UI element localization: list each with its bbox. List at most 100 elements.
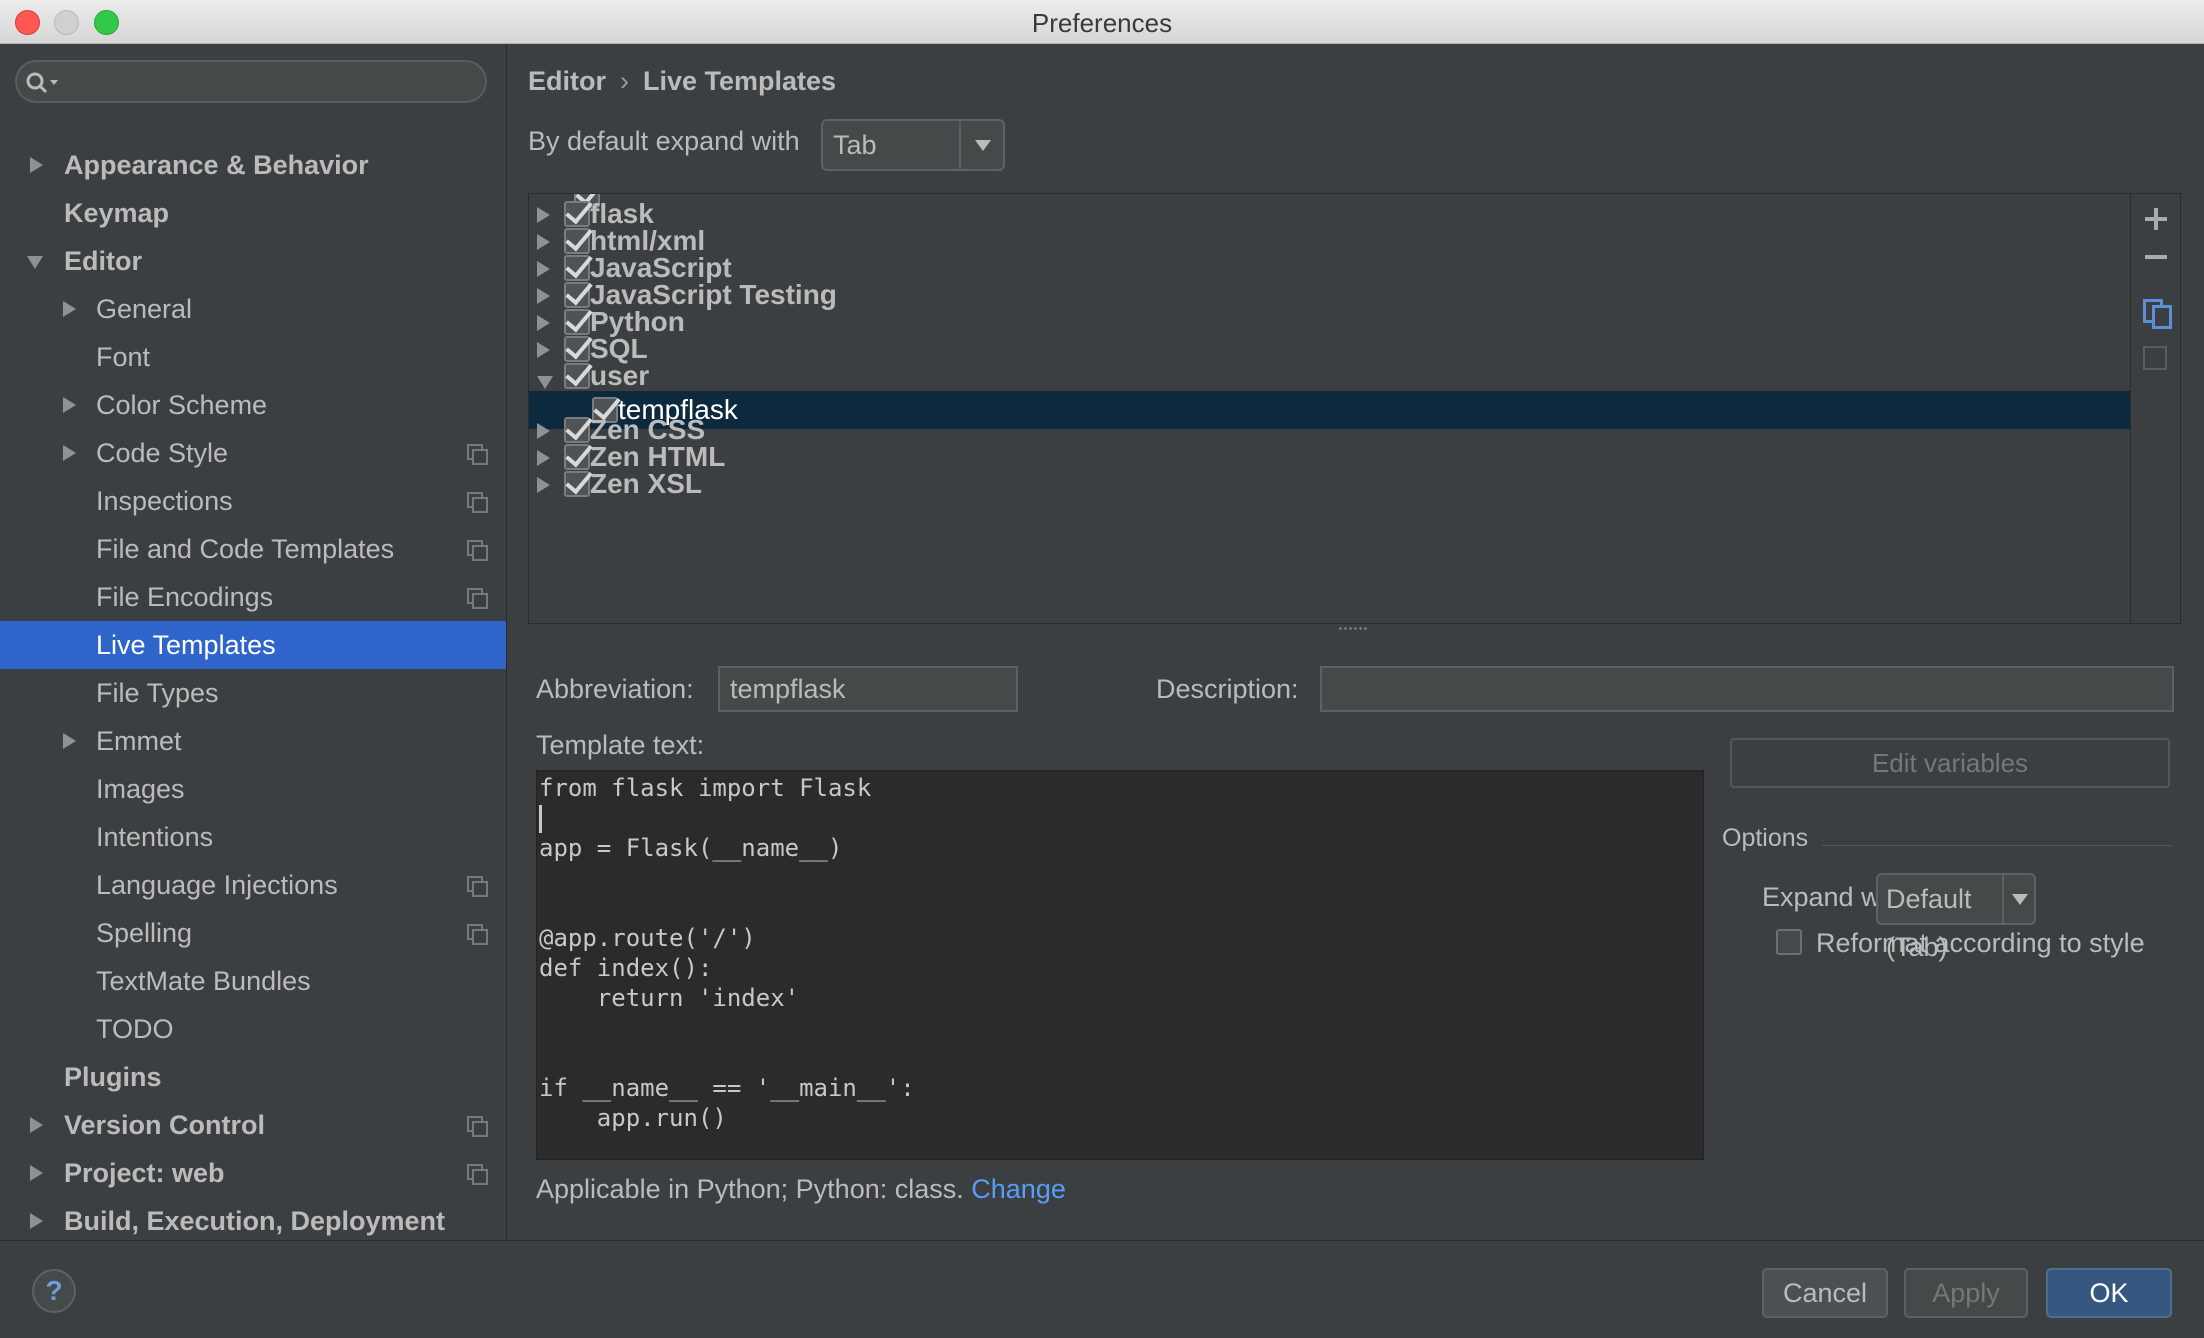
search-icon	[26, 72, 58, 94]
reformat-checkbox[interactable]	[1776, 929, 1802, 955]
sidebar-item-version-control[interactable]: Version Control	[0, 1101, 506, 1149]
sidebar-item-file-types[interactable]: File Types	[0, 669, 506, 717]
template-text-label: Template text:	[536, 730, 705, 760]
expand-arrow-icon[interactable]	[537, 315, 550, 331]
abbreviation-field[interactable]: tempflask	[718, 666, 1018, 712]
project-settings-icon	[467, 540, 488, 561]
applicable-contexts: Applicable in Python; Python: class. Cha…	[536, 1174, 1066, 1205]
edit-variables-button[interactable]: Edit variables	[1730, 738, 2170, 788]
sidebar-item-file-code-templates[interactable]: File and Code Templates	[0, 525, 506, 573]
chevron-down-icon	[2012, 894, 2028, 905]
add-icon[interactable]	[2143, 206, 2169, 232]
templates-tree: flask html/xml JavaScript JavaScript Tes…	[528, 193, 2181, 624]
expand-arrow-icon[interactable]	[63, 397, 76, 413]
expand-arrow-icon[interactable]	[537, 234, 550, 250]
code-line: def index():	[539, 954, 713, 982]
dropdown-button[interactable]	[2002, 875, 2034, 923]
sidebar-item-code-style[interactable]: Code Style	[0, 429, 506, 477]
expand-arrow-icon[interactable]	[30, 1117, 43, 1133]
sidebar-item-inspections[interactable]: Inspections	[0, 477, 506, 525]
code-line: app = Flask(__name__)	[539, 834, 843, 862]
title-bar: Preferences	[0, 0, 2204, 44]
expand-arrow-icon[interactable]	[537, 207, 550, 223]
expand-arrow-icon[interactable]	[537, 423, 550, 439]
expand-with-select[interactable]: Default (Tab)	[1876, 873, 2036, 962]
dropdown-button[interactable]	[959, 121, 1003, 169]
description-field[interactable]	[1320, 666, 2174, 712]
abbreviation-label: Abbreviation:	[536, 674, 694, 704]
sidebar-item-intentions[interactable]: Intentions	[0, 813, 506, 861]
sidebar-item-build-execution-deployment[interactable]: Build, Execution, Deployment	[0, 1197, 506, 1240]
expand-arrow-icon[interactable]	[63, 445, 76, 461]
sidebar-item-file-encodings[interactable]: File Encodings	[0, 573, 506, 621]
sidebar-item-live-templates[interactable]: Live Templates	[0, 621, 506, 669]
sidebar-item-editor[interactable]: Editor	[0, 237, 506, 285]
collapse-arrow-icon[interactable]	[27, 256, 43, 269]
expand-arrow-icon[interactable]	[63, 733, 76, 749]
sidebar-item-textmate-bundles[interactable]: TextMate Bundles	[0, 957, 506, 1005]
group-checkbox[interactable]	[564, 363, 590, 389]
sidebar-item-general[interactable]: General	[0, 285, 506, 333]
expand-arrow-icon[interactable]	[537, 261, 550, 277]
sidebar-item-language-injections[interactable]: Language Injections	[0, 861, 506, 909]
breadcrumb-parent[interactable]: Editor	[528, 66, 606, 96]
code-line: @app.route('/')	[539, 924, 756, 952]
text-caret	[539, 805, 542, 833]
sidebar-item-color-scheme[interactable]: Color Scheme	[0, 381, 506, 429]
cancel-button[interactable]: Cancel	[1762, 1268, 1888, 1318]
breadcrumb-current: Live Templates	[643, 66, 837, 96]
apply-button[interactable]: Apply	[1904, 1268, 2028, 1318]
expand-arrow-icon[interactable]	[537, 477, 550, 493]
description-label: Description:	[1156, 674, 1299, 704]
sidebar-item-plugins[interactable]: Plugins	[0, 1053, 506, 1101]
sidebar-item-spelling[interactable]: Spelling	[0, 909, 506, 957]
template-text-editor[interactable]: from flask import Flask app = Flask(__na…	[536, 770, 1704, 1160]
default-expand-value: Tab	[833, 130, 877, 160]
expand-arrow-icon[interactable]	[537, 450, 550, 466]
options-divider	[1822, 845, 2172, 846]
tree-row-user[interactable]: user	[529, 357, 2131, 395]
tree-row-zen-xsl[interactable]: Zen XSL	[529, 465, 2131, 503]
expand-arrow-icon[interactable]	[537, 288, 550, 304]
duplicate-icon[interactable]	[2143, 297, 2172, 329]
project-settings-icon	[467, 588, 488, 609]
expand-arrow-icon[interactable]	[537, 342, 550, 358]
code-line: app.run()	[539, 1104, 727, 1132]
ok-button[interactable]: OK	[2046, 1268, 2172, 1318]
expand-arrow-icon[interactable]	[30, 1213, 43, 1229]
sidebar-item-images[interactable]: Images	[0, 765, 506, 813]
dialog-footer: ? Cancel Apply OK	[0, 1240, 2204, 1338]
sidebar-item-font[interactable]: Font	[0, 333, 506, 381]
search-input[interactable]	[15, 60, 487, 103]
code-line: from flask import Flask	[539, 774, 872, 802]
expand-arrow-icon[interactable]	[30, 157, 43, 173]
remove-icon[interactable]	[2143, 244, 2169, 270]
group-checkbox[interactable]	[564, 471, 590, 497]
project-settings-icon	[467, 1116, 488, 1137]
window-title: Preferences	[1031, 8, 1173, 38]
collapse-arrow-icon[interactable]	[537, 376, 553, 389]
expand-arrow-icon[interactable]	[63, 301, 76, 317]
sidebar-item-appearance-behavior[interactable]: Appearance & Behavior	[0, 141, 506, 189]
splitter-handle[interactable]	[1338, 626, 1368, 632]
options-label: Options	[1722, 824, 1809, 852]
expand-arrow-icon[interactable]	[30, 1165, 43, 1181]
sidebar-item-project-web[interactable]: Project: web	[0, 1149, 506, 1197]
change-context-link[interactable]: Change	[971, 1174, 1066, 1204]
project-settings-icon	[467, 924, 488, 945]
settings-sidebar: Appearance & Behavior Keymap Editor Gene…	[0, 44, 507, 1240]
help-button[interactable]: ?	[32, 1269, 76, 1313]
project-settings-icon	[467, 444, 488, 465]
default-expand-select[interactable]: Tab	[821, 119, 1005, 171]
sidebar-item-keymap[interactable]: Keymap	[0, 189, 506, 237]
sidebar-item-todo[interactable]: TODO	[0, 1005, 506, 1053]
restore-defaults-icon[interactable]	[2143, 346, 2167, 370]
code-line: return 'index'	[539, 984, 800, 1012]
code-line: if __name__ == '__main__':	[539, 1074, 915, 1102]
reformat-label[interactable]: Reformat according to style	[1816, 928, 2145, 959]
sidebar-item-emmet[interactable]: Emmet	[0, 717, 506, 765]
templates-tree-list[interactable]: flask html/xml JavaScript JavaScript Tes…	[529, 194, 2131, 623]
